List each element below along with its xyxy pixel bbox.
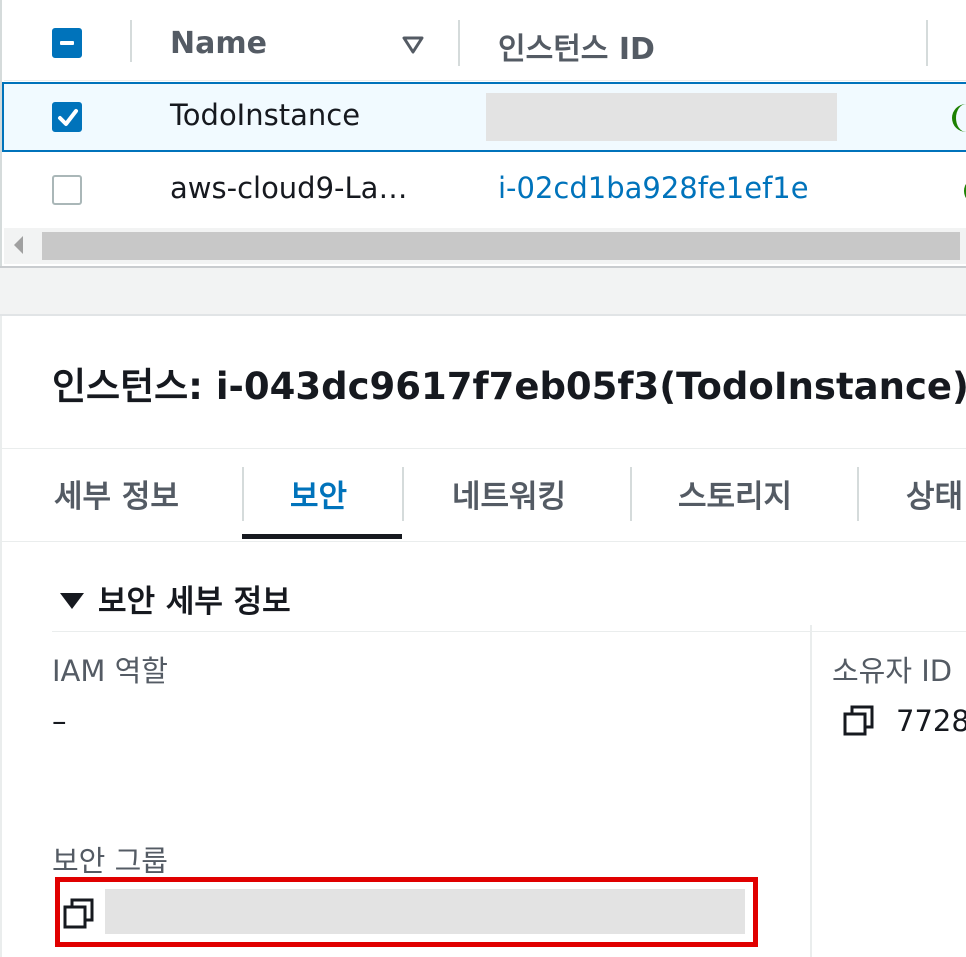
section-title: 보안 세부 정보 xyxy=(98,584,291,620)
section-divider xyxy=(52,631,966,632)
row-checkbox[interactable] xyxy=(52,175,82,205)
tab-status[interactable]: 상태 xyxy=(906,471,963,516)
column-divider xyxy=(810,625,812,957)
scroll-left-arrow-icon[interactable] xyxy=(14,236,23,254)
column-header-instance-id[interactable]: 인스턴스 ID xyxy=(498,24,655,68)
column-header-name[interactable]: Name xyxy=(170,26,267,61)
tab-divider xyxy=(242,467,244,521)
highlight-box xyxy=(55,877,758,947)
status-running-icon xyxy=(952,104,966,132)
table-row[interactable]: aws-cloud9-La… i-02cd1ba928fe1ef1e xyxy=(4,155,966,225)
tab-divider xyxy=(630,467,632,521)
security-details-toggle[interactable]: 보안 세부 정보 xyxy=(60,576,291,621)
active-tab-indicator xyxy=(242,534,402,539)
page-title: 인스턴스: i-043dc9617f7eb05f3(TodoInstance) xyxy=(52,365,966,408)
table-row[interactable]: TodoInstance xyxy=(2,82,966,152)
column-divider xyxy=(458,20,460,66)
row-checkbox[interactable] xyxy=(52,102,82,132)
tab-storage[interactable]: 스토리지 xyxy=(678,471,792,516)
iam-role-value: – xyxy=(52,704,67,738)
checkmark-icon xyxy=(58,109,78,126)
tab-security[interactable]: 보안 xyxy=(290,471,347,516)
security-group-label: 보안 그룹 xyxy=(52,844,168,878)
iam-role-label: IAM 역할 xyxy=(52,654,168,688)
column-divider xyxy=(130,20,132,62)
instance-detail-panel: 인스턴스: i-043dc9617f7eb05f3(TodoInstance) … xyxy=(0,316,966,957)
tab-divider xyxy=(402,467,404,521)
select-all-checkbox[interactable] xyxy=(52,28,82,58)
table-header: Name 인스턴스 ID xyxy=(4,0,966,81)
horizontal-scrollbar[interactable] xyxy=(4,228,966,264)
owner-id-value: 7728 xyxy=(896,704,966,738)
scrollbar-thumb[interactable] xyxy=(42,232,960,260)
split-panel-resizer[interactable] xyxy=(0,266,966,316)
tab-details[interactable]: 세부 정보 xyxy=(54,471,179,516)
caret-down-icon xyxy=(60,592,84,609)
column-divider xyxy=(926,20,928,66)
filter-caret-icon[interactable] xyxy=(402,36,424,54)
instance-name: TodoInstance xyxy=(170,98,361,132)
tab-divider xyxy=(857,467,859,521)
tab-bar: 세부 정보 보안 네트워킹 스토리지 상태 xyxy=(2,448,966,542)
instance-id-redacted xyxy=(486,93,837,141)
instance-id-link[interactable]: i-02cd1ba928fe1ef1e xyxy=(498,171,809,205)
instances-table: Name 인스턴스 ID TodoInstance aws-cloud9-La…… xyxy=(0,0,966,268)
owner-id-label: 소유자 ID xyxy=(832,654,953,688)
instance-name: aws-cloud9-La… xyxy=(170,171,408,205)
tab-networking[interactable]: 네트워킹 xyxy=(452,471,566,516)
copy-icon[interactable] xyxy=(842,704,876,738)
